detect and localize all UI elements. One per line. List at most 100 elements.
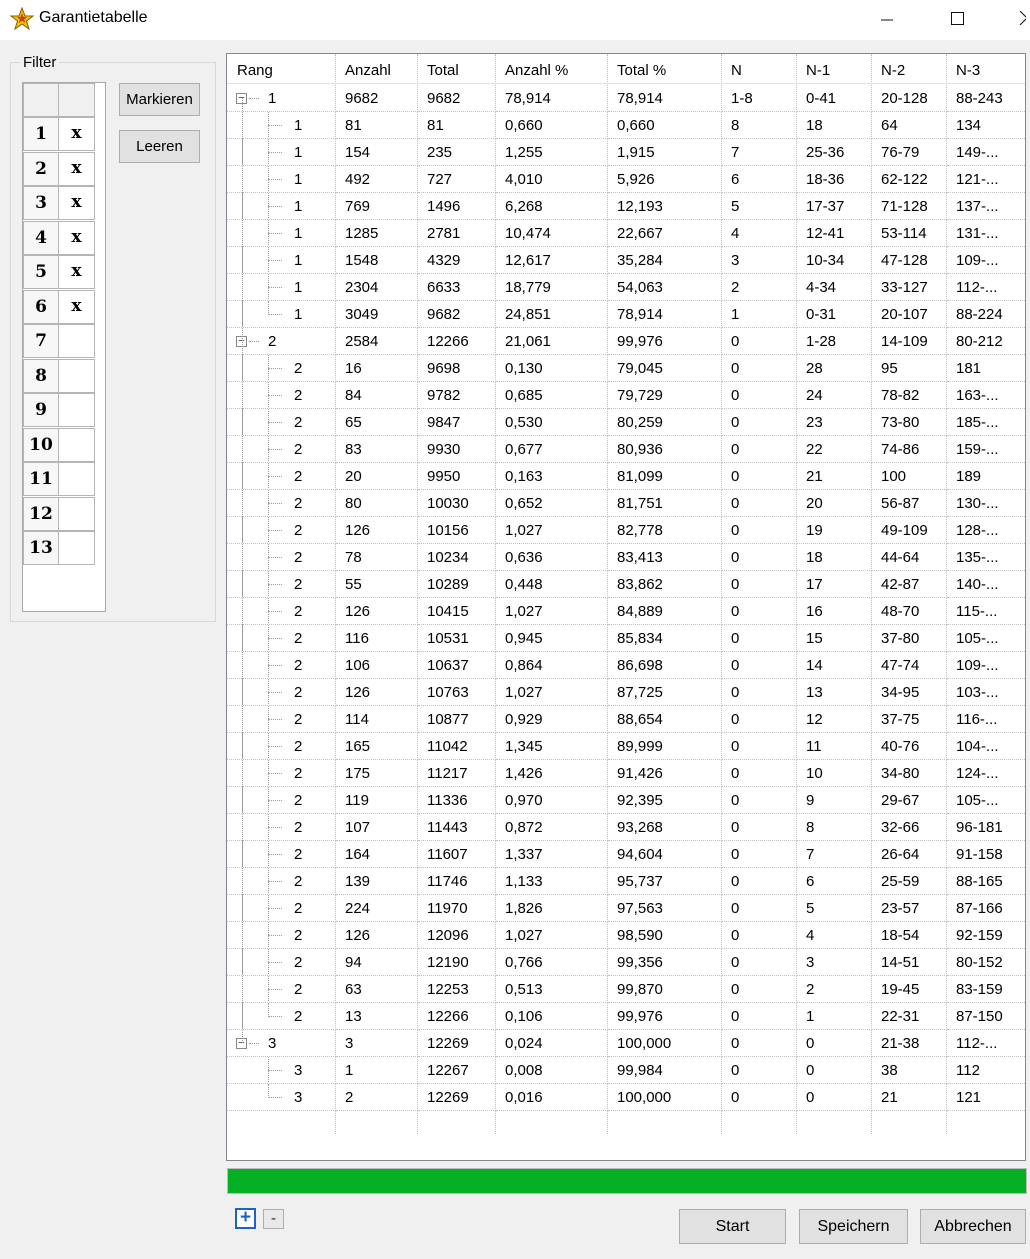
filter-row[interactable]: 1x (23, 117, 97, 151)
table-row[interactable]: 3 2 12269 0,016 100,000 0 0 21 121 (227, 1084, 1025, 1111)
filter-grid[interactable]: 1 x 2 x 3 x 4 x 5 x 6 x 7 8 9 10 11 12 13 (22, 82, 106, 612)
table-row[interactable]: 2 80 10030 0,652 81,751 0 20 56-87 130-... (227, 490, 1025, 517)
table-row[interactable]: 2 65 9847 0,530 80,259 0 23 73-80 185-... (227, 409, 1025, 436)
filter-row[interactable]: 7 (23, 324, 97, 358)
filter-row-number[interactable]: 9 (23, 393, 59, 427)
table-row[interactable]: 2 139 11746 1,133 95,737 0 6 25-59 88-165 (227, 868, 1025, 895)
table-row[interactable]: 2 164 11607 1,337 94,604 0 7 26-64 91-158 (227, 841, 1025, 868)
table-row[interactable]: 2 126 10415 1,027 84,889 0 16 48-70 115-... (227, 598, 1025, 625)
filter-row[interactable]: 9 (23, 393, 97, 427)
table-row[interactable]: 2 16 9698 0,130 79,045 0 28 95 181 (227, 355, 1025, 382)
column-header[interactable]: Anzahl (336, 54, 418, 84)
collapse-all-button[interactable]: - (263, 1209, 284, 1229)
table-row[interactable]: 2 119 11336 0,970 92,395 0 9 29-67 105-... (227, 787, 1025, 814)
filter-row[interactable]: 3x (23, 186, 97, 220)
filter-row-number[interactable]: 8 (23, 358, 59, 393)
close-button[interactable] (1006, 0, 1030, 40)
table-row[interactable]: 1 1285 2781 10,474 22,667 4 12-41 53-114 131-... (227, 220, 1025, 247)
guarantee-table[interactable]: Rang Anzahl Total Anzahl % Total % N N-1 N-2 N-3… (226, 53, 1026, 1161)
maximize-button[interactable] (934, 0, 980, 40)
filter-row-mark[interactable] (59, 324, 95, 358)
minimize-button[interactable] (864, 0, 910, 40)
total-cell: 12266 (418, 328, 496, 355)
start-button[interactable]: Start (679, 1209, 786, 1244)
table-row[interactable]: 2 20 9950 0,163 81,099 0 21 100 189 (227, 463, 1025, 490)
table-row[interactable]: 1 81 81 0,660 0,660 8 18 64 134 (227, 112, 1025, 139)
table-row[interactable]: 1 2304 6633 18,779 54,063 2 4-34 33-127 112-... (227, 274, 1025, 301)
table-row[interactable]: 1 492 727 4,010 5,926 6 18-36 62-122 121-... (227, 166, 1025, 193)
filter-row-mark[interactable] (59, 531, 95, 565)
table-row[interactable]: 1 769 1496 6,268 12,193 5 17-37 71-128 137-... (227, 193, 1025, 220)
filter-row-mark[interactable]: x (59, 186, 95, 220)
filter-row[interactable]: 6x (23, 289, 97, 324)
mark-button[interactable]: Markieren (119, 83, 200, 116)
filter-row[interactable]: 4x (23, 220, 97, 255)
tree-parent-row[interactable]: −3 3 12269 0,024 100,000 0 0 21-38 112-... (227, 1030, 1025, 1057)
tree-parent-row[interactable]: −1 9682 9682 78,914 78,914 1-8 0-41 20-128 88-24… (227, 85, 1025, 112)
tree-parent-row[interactable]: −2 2584 12266 21,061 99,976 0 1-28 14-109 80-212 (227, 328, 1025, 355)
filter-row-mark[interactable]: x (59, 255, 95, 289)
filter-row-mark[interactable] (59, 393, 95, 427)
table-row[interactable]: 2 224 11970 1,826 97,563 0 5 23-57 87-166 (227, 895, 1025, 922)
filter-row-number[interactable]: 1 (23, 117, 59, 151)
filter-row[interactable]: 10 (23, 427, 97, 462)
table-row[interactable]: 2 114 10877 0,929 88,654 0 12 37-75 116-... (227, 706, 1025, 733)
filter-row-mark[interactable]: x (59, 151, 95, 186)
filter-row[interactable]: 8 (23, 358, 97, 393)
table-row[interactable]: 2 165 11042 1,345 89,999 0 11 40-76 104-... (227, 733, 1025, 760)
filter-row-number[interactable]: 7 (23, 324, 59, 358)
filter-row-number[interactable]: 3 (23, 186, 59, 220)
filter-row-mark[interactable] (59, 358, 95, 393)
column-header[interactable]: Total (418, 54, 496, 84)
table-row[interactable]: 3 1 12267 0,008 99,984 0 0 38 112 (227, 1057, 1025, 1084)
column-header[interactable]: Rang (227, 54, 336, 84)
filter-row-number[interactable]: 13 (23, 531, 59, 565)
column-header[interactable]: N-2 (872, 54, 947, 84)
filter-row-number[interactable]: 12 (23, 496, 59, 531)
filter-row-number[interactable]: 5 (23, 255, 59, 289)
column-header[interactable]: Anzahl % (496, 54, 608, 84)
clear-button[interactable]: Leeren (119, 130, 200, 163)
column-header[interactable]: Total % (608, 54, 722, 84)
filter-row[interactable]: 2x (23, 151, 97, 186)
table-row[interactable]: 2 106 10637 0,864 86,698 0 14 47-74 109-... (227, 652, 1025, 679)
table-row[interactable]: 2 78 10234 0,636 83,413 0 18 44-64 135-... (227, 544, 1025, 571)
filter-row-number[interactable]: 10 (23, 427, 59, 462)
table-row[interactable]: 2 126 10156 1,027 82,778 0 19 49-109 128-... (227, 517, 1025, 544)
table-row[interactable]: 2 116 10531 0,945 85,834 0 15 37-80 105-... (227, 625, 1025, 652)
cancel-button[interactable]: Abbrechen (920, 1209, 1026, 1244)
table-row[interactable]: 2 107 11443 0,872 93,268 0 8 32-66 96-181 (227, 814, 1025, 841)
table-row[interactable]: 1 1548 4329 12,617 35,284 3 10-34 47-128 109-... (227, 247, 1025, 274)
filter-row-mark[interactable] (59, 427, 95, 462)
column-header[interactable]: N (722, 54, 797, 84)
filter-row-mark[interactable] (59, 462, 95, 496)
filter-row-mark[interactable]: x (59, 117, 95, 151)
filter-row-number[interactable]: 6 (23, 289, 59, 324)
table-row[interactable]: 2 126 12096 1,027 98,590 0 4 18-54 92-159 (227, 922, 1025, 949)
expand-all-button[interactable]: + (235, 1208, 256, 1229)
filter-row[interactable]: 12 (23, 496, 97, 531)
filter-row-number[interactable]: 2 (23, 151, 59, 186)
table-row[interactable]: 1 154 235 1,255 1,915 7 25-36 76-79 149-... (227, 139, 1025, 166)
save-button[interactable]: Speichern (799, 1209, 908, 1244)
table-row[interactable]: 2 126 10763 1,027 87,725 0 13 34-95 103-... (227, 679, 1025, 706)
table-row[interactable]: 2 175 11217 1,426 91,426 0 10 34-80 124-... (227, 760, 1025, 787)
filter-row-mark[interactable] (59, 496, 95, 531)
table-row[interactable]: 2 63 12253 0,513 99,870 0 2 19-45 83-159 (227, 976, 1025, 1003)
table-row[interactable]: 2 13 12266 0,106 99,976 0 1 22-31 87-150 (227, 1003, 1025, 1030)
filter-row[interactable]: 11 (23, 462, 97, 496)
filter-row-mark[interactable]: x (59, 220, 95, 255)
table-row[interactable]: 2 55 10289 0,448 83,862 0 17 42-87 140-... (227, 571, 1025, 598)
filter-row[interactable]: 5x (23, 255, 97, 289)
column-header[interactable]: N-1 (797, 54, 872, 84)
filter-row-number[interactable]: 4 (23, 220, 59, 255)
column-header[interactable]: N-3 (947, 54, 1025, 84)
filter-row-number[interactable]: 11 (23, 462, 59, 496)
filter-row-mark[interactable]: x (59, 289, 95, 324)
filter-row[interactable]: 13 (23, 531, 97, 565)
anzahl-pct-cell: 24,851 (496, 301, 608, 328)
table-row[interactable]: 2 83 9930 0,677 80,936 0 22 74-86 159-... (227, 436, 1025, 463)
table-row[interactable]: 2 84 9782 0,685 79,729 0 24 78-82 163-... (227, 382, 1025, 409)
table-row[interactable]: 1 3049 9682 24,851 78,914 1 0-31 20-107 88-224 (227, 301, 1025, 328)
table-row[interactable]: 2 94 12190 0,766 99,356 0 3 14-51 80-152 (227, 949, 1025, 976)
